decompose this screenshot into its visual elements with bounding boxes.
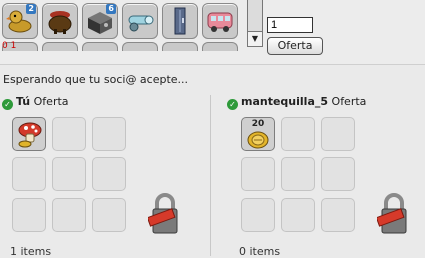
partner-offer-slot[interactable] [321,117,355,151]
my-offer-label: Oferta [33,95,69,108]
quantity-input[interactable] [267,17,313,33]
my-username: Tú [16,95,31,108]
my-offer-slot[interactable] [12,198,46,232]
trade-status: Esperando que tu soci@ acepte... [3,73,189,86]
my-offer-slot[interactable] [92,198,126,232]
partner-offer-slot[interactable] [321,157,355,191]
partner-offer-slot[interactable] [241,157,275,191]
partner-username: mantequilla_5 [241,95,329,108]
partner-offer-slot[interactable] [281,198,315,232]
inventory-slot-row2[interactable] [122,42,158,51]
lock-icon [148,193,178,234]
my-offer-slot[interactable] [12,117,46,151]
inventory-slot-row2[interactable] [162,42,198,51]
van-icon [207,12,233,32]
cauldron-icon [48,11,72,34]
inventory-slot-row2[interactable] [202,42,238,51]
partner-offer-slot[interactable] [321,198,355,232]
inventory-slot-van[interactable] [202,3,238,39]
partner-items-count: 0 items [239,245,281,258]
inventory-slot-safe[interactable]: 6 [82,3,118,39]
partner-offer-label: Oferta [331,95,367,108]
my-offer-slot[interactable] [52,157,86,191]
partner-offer-slot[interactable] [281,117,315,151]
check-icon: ✓ [2,99,13,110]
offer-button[interactable]: Oferta [267,37,323,55]
inventory-count-badge: 6 [106,4,116,14]
inventory-slot-cauldron[interactable] [42,3,78,39]
panel-divider [210,95,211,256]
partner-offer-slot[interactable] [281,157,315,191]
coins-icon [247,131,269,149]
partner-offer-slot[interactable] [241,198,275,232]
my-offer-header: ✓ Tú Oferta [2,95,69,110]
my-offer-slot[interactable] [52,198,86,232]
cannon-icon [128,15,154,32]
mushroom-icon [18,122,42,148]
inventory-slot-row2[interactable] [42,42,78,51]
inventory-slot-duck[interactable]: 2 [2,3,38,39]
inventory-row-marker: 0 1 [2,41,17,51]
inventory-strip: 2 6 0 1 ▼ 1 Oferta [0,0,425,65]
inventory-slot-cannon[interactable] [122,3,158,39]
stack-count: 20 [251,119,265,129]
my-offer-slot[interactable] [92,157,126,191]
inventory-slot-locker[interactable] [162,3,198,39]
my-items-count: 1 items [10,245,52,258]
my-offer-slot[interactable] [12,157,46,191]
chevron-down-icon: ▼ [251,34,259,43]
check-icon: ✓ [227,99,238,110]
my-offer-slot[interactable] [52,117,86,151]
scroll-down-button[interactable]: ▼ [248,31,262,46]
inventory-count-badge: 2 [26,4,36,14]
partner-offer-header: ✓ mantequilla_5 Oferta [227,95,366,110]
inventory-scrollbar[interactable]: ▼ [247,0,263,47]
locker-icon [174,7,186,35]
lock-icon [377,193,407,234]
partner-offer-slot[interactable]: 20 [241,117,275,151]
my-offer-slot[interactable] [92,117,126,151]
inventory-slot-row2[interactable] [82,42,118,51]
